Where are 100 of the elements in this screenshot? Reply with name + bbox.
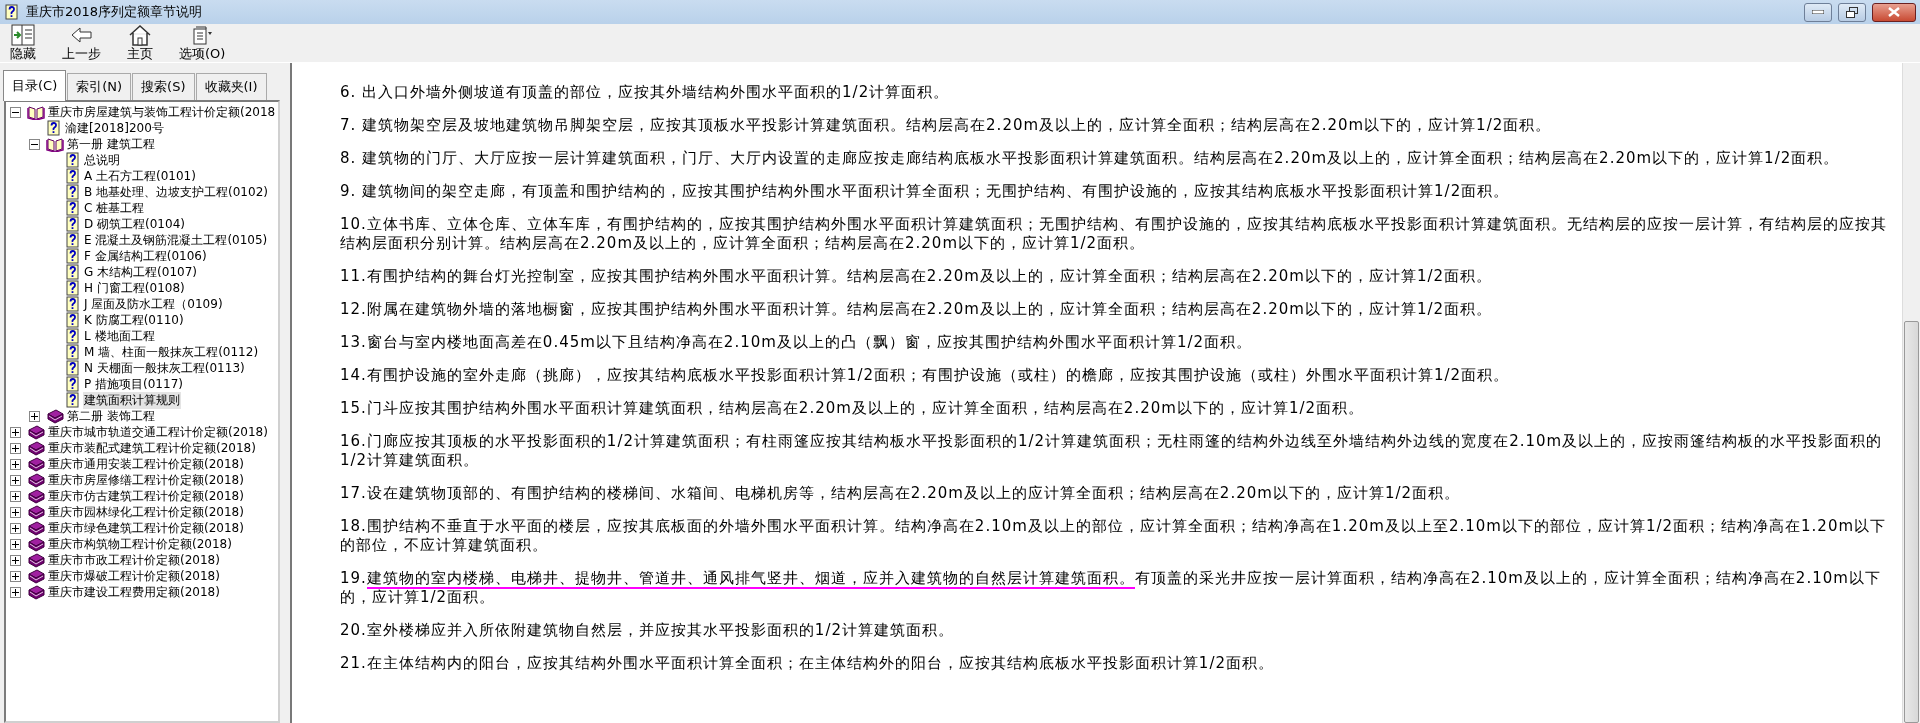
open-book-icon (27, 104, 45, 120)
tree-item[interactable]: 重庆市通用安装工程计价定额(2018) (47, 455, 245, 473)
help-file-icon (65, 232, 81, 248)
plus-icon (12, 476, 19, 484)
tree-item[interactable]: E 混凝土及钢筋混凝土工程(0105) (83, 231, 269, 249)
tree-item[interactable]: 重庆市建设工程费用定额(2018) (47, 583, 221, 601)
toolbar-button[interactable]: 主页 (125, 24, 155, 62)
rule-paragraph: 14.有围护设施的室外走廊（挑廊），应按其结构底板水平投影面积计算1/2面积；有围护设施（或柱）的檐廊，应按其围护设施（或柱）外围水平面积计算1/2面积。 (340, 366, 1511, 385)
scrollbar[interactable] (1902, 63, 1920, 723)
tree-item[interactable]: 建筑面积计算规则 (83, 391, 181, 409)
restore-button[interactable] (1838, 2, 1866, 22)
tree-item[interactable]: 重庆市市政工程计价定额(2018) (47, 551, 221, 569)
close-button[interactable] (1872, 2, 1916, 22)
help-file-icon (65, 216, 81, 232)
window-title: 重庆市2018序列定额章节说明 (26, 3, 203, 21)
help-file-icon (46, 120, 62, 136)
collapse-toggle[interactable] (29, 138, 40, 150)
plus-icon (12, 444, 19, 452)
plus-icon (12, 508, 19, 516)
tree-item[interactable]: 重庆市爆破工程计价定额(2018) (47, 567, 221, 585)
tree-item[interactable]: 重庆市房屋建筑与装饰工程计价定额(2018 (47, 103, 277, 121)
tree-item[interactable]: C 桩基工程 (83, 199, 146, 217)
help-file-icon (65, 376, 81, 392)
toolbar-button[interactable]: 选项(O) (177, 24, 228, 62)
tree-item[interactable]: H 门窗工程(0108) (83, 279, 186, 297)
tree-item[interactable]: A 土石方工程(0101) (83, 167, 197, 185)
closed-book-icon (27, 472, 45, 488)
tab[interactable]: 索引(N) (67, 73, 132, 100)
closed-book-icon (27, 456, 45, 472)
tree-item[interactable]: B 地基处理、边坡支护工程(0102) (83, 183, 269, 201)
open-book-icon (46, 136, 64, 152)
plus-icon (12, 492, 19, 500)
minimize-button[interactable] (1804, 2, 1832, 22)
help-file-icon (65, 296, 81, 312)
rule-paragraph: 19.建筑物的室内楼梯、电梯井、提物井、管道井、通风排气竖井、烟道，应并入建筑物的自然层计算建筑面积。有顶盖的采光井应按一层计算面积，结构净高在2.10m及以上的，应计算全面积；结构净高在2.10m以下的，应计算1/2面积。 (340, 569, 1882, 607)
plus-icon (12, 588, 19, 596)
tree-item[interactable]: M 墙、柱面一般抹灰工程(0112) (83, 343, 260, 361)
help-file-icon (65, 312, 81, 328)
tree-item[interactable]: 第一册 建筑工程 (66, 135, 156, 153)
closed-book-icon (27, 520, 45, 536)
expand-toggle[interactable] (10, 458, 21, 470)
closed-book-icon (27, 440, 45, 456)
tree-item[interactable]: 总说明 (83, 151, 121, 169)
expand-toggle[interactable] (10, 554, 21, 566)
rule-paragraph: 17.设在建筑物顶部的、有围护结构的楼梯间、水箱间、电梯机房等，结构层高在2.20m及以上的应计算全面积；结构层高在2.20m以下的，应计算1/2面积。 (340, 484, 1462, 503)
tree-item[interactable]: F 金属结构工程(0106) (83, 247, 208, 265)
tree-item[interactable]: 重庆市绿色建筑工程计价定额(2018) (47, 519, 245, 537)
expand-toggle[interactable] (10, 490, 21, 502)
close-icon (1888, 7, 1900, 17)
expand-toggle[interactable] (10, 442, 21, 454)
help-file-icon (4, 4, 20, 20)
help-file-icon (65, 264, 81, 280)
tree-item[interactable]: 重庆市城市轨道交通工程计价定额(2018) (47, 423, 269, 441)
tree-item[interactable]: K 防腐工程(0110) (83, 311, 185, 329)
tree-item[interactable]: 第二册 装饰工程 (66, 407, 156, 425)
tree-item[interactable]: N 天棚面一般抹灰工程(0113) (83, 359, 246, 377)
collapse-toggle[interactable] (10, 106, 21, 118)
expand-toggle[interactable] (10, 538, 21, 550)
rule-paragraph: 20.室外楼梯应并入所依附建筑物自然层，并应按其水平投影面积的1/2计算建筑面积。 (340, 621, 955, 640)
tree-item[interactable]: P 措施项目(0117) (83, 375, 184, 393)
toolbar-button[interactable]: 隐藏 (8, 24, 38, 62)
expand-toggle[interactable] (10, 522, 21, 534)
expand-toggle[interactable] (10, 570, 21, 582)
tree-item[interactable]: L 楼地面工程 (83, 327, 156, 345)
expand-toggle[interactable] (10, 426, 21, 438)
tree-item[interactable]: 重庆市装配式建筑工程计价定额(2018) (47, 439, 257, 457)
rule-paragraph: 6. 出入口外墙外侧坡道有顶盖的部位，应按其外墙结构外围水平面积的1/2计算面积。 (340, 83, 951, 102)
rule-paragraph: 21.在主体结构内的阳台，应按其结构外围水平面积计算全面积；在主体结构外的阳台，应按其结构底板水平投影面积计算1/2面积。 (340, 654, 1275, 673)
tree-item[interactable]: 重庆市仿古建筑工程计价定额(2018) (47, 487, 245, 505)
expand-toggle[interactable] (10, 506, 21, 518)
tree-item[interactable]: 渝建[2018]200号 (64, 119, 165, 137)
rule-paragraph: 16.门廊应按其顶板的水平投影面积的1/2计算建筑面积；有柱雨篷应按其结构板水平投影面积的1/2计算建筑面积；无柱雨篷的结构外边线至外墙结构外边线的宽度在2.10m及以上的，应按雨篷结构板的水平投影面积的1/2计算建筑面积。 (340, 432, 1884, 470)
tab[interactable]: 收藏夹(I) (195, 73, 267, 100)
plus-icon (12, 428, 19, 436)
plus-icon (12, 540, 19, 548)
expand-toggle[interactable] (10, 586, 21, 598)
tree-item[interactable]: J 屋面及防水工程（0109) (83, 295, 224, 313)
tree-item[interactable]: 重庆市构筑物工程计价定额(2018) (47, 535, 233, 553)
expand-toggle[interactable] (10, 474, 21, 486)
closed-book-icon (27, 424, 45, 440)
tree-item[interactable]: 重庆市房屋修缮工程计价定额(2018) (47, 471, 245, 489)
tree-item[interactable]: D 砌筑工程(0104) (83, 215, 186, 233)
minimize-icon (1812, 10, 1824, 14)
tab[interactable]: 目录(C) (3, 70, 67, 101)
help-file-icon (65, 200, 81, 216)
rule-paragraph: 8. 建筑物的门厅、大厅应按一层计算建筑面积，门厅、大厅内设置的走廊应按走廊结构底板水平投影面积计算建筑面积。结构层高在2.20m及以上的，应计算全面积；结构层高在2.20m以下的，应计算1/2面积。 (340, 149, 1841, 168)
tab[interactable]: 搜索(S) (132, 73, 195, 100)
toolbar-button[interactable]: 上一步 (60, 24, 103, 62)
rule-paragraph: 15.门斗应按其围护结构外围水平面积计算建筑面积，结构层高在2.20m及以上的，应计算全面积，结构层高在2.20m以下的，应计算1/2面积。 (340, 399, 1366, 418)
rule-paragraph: 10.立体书库、立体仓库、立体车库，有围护结构的，应按其围护结构外围水平面积计算建筑面积；无围护结构、有围护设施的，应按其结构底板水平投影面积计算建筑面积。无结构层的应按一层计算，有结构层的应按其结构层面积分别计算。结构层高在2.20m及以上的，应计算全面积；结构层高在2.20m以下的，应计算1/2面积。 (340, 215, 1888, 253)
tree-item[interactable]: G 木结构工程(0107) (83, 263, 198, 281)
closed-book-icon (27, 584, 45, 600)
help-file-icon (65, 280, 81, 296)
plus-icon (12, 524, 19, 532)
tree-item[interactable]: 重庆市园林绿化工程计价定额(2018) (47, 503, 245, 521)
plus-icon (31, 412, 38, 420)
expand-toggle[interactable] (29, 410, 40, 422)
restore-icon (1846, 6, 1858, 18)
rule-paragraph: 11.有围护结构的舞台灯光控制室，应按其围护结构外围水平面积计算。结构层高在2.20m及以上的，应计算全面积；结构层高在2.20m以下的，应计算1/2面积。 (340, 267, 1494, 286)
help-file-icon (65, 328, 81, 344)
